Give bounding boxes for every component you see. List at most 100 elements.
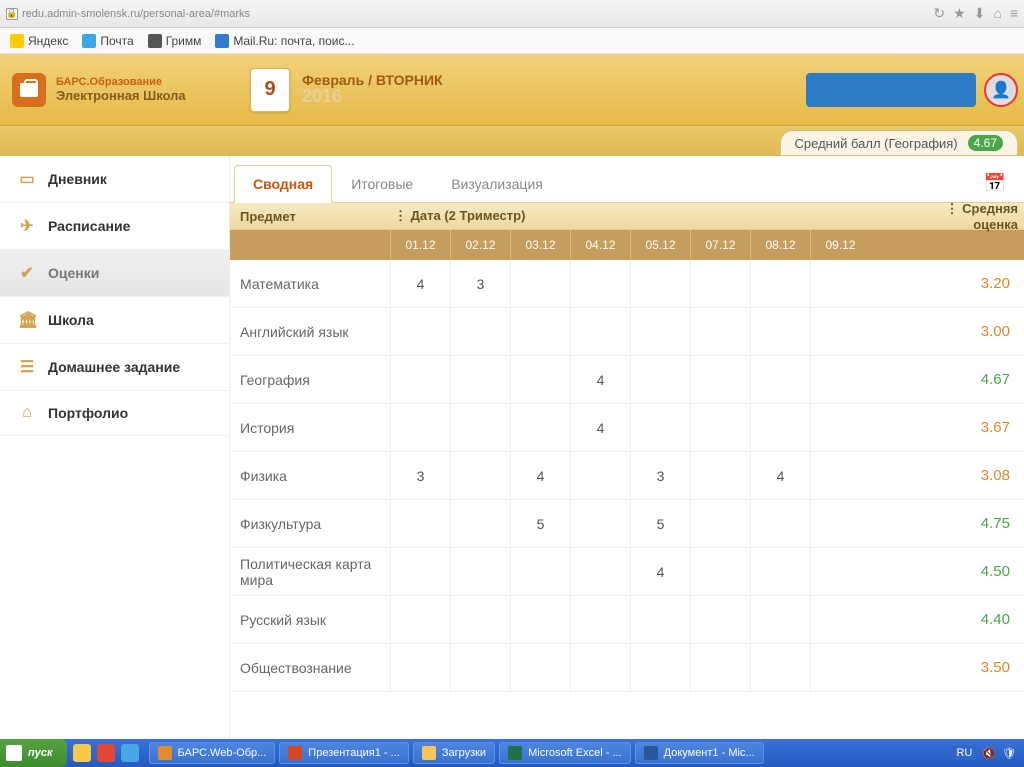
grade-cell[interactable] xyxy=(750,644,810,691)
grade-cell[interactable] xyxy=(690,308,750,355)
grade-cell[interactable] xyxy=(510,308,570,355)
grade-cell[interactable] xyxy=(390,596,450,643)
grade-cell[interactable] xyxy=(390,644,450,691)
grade-cell[interactable] xyxy=(390,356,450,403)
grade-cell[interactable] xyxy=(630,308,690,355)
star-icon[interactable]: ★ xyxy=(953,5,966,22)
sidebar-item-Портфолио[interactable]: ⌂Портфолио xyxy=(0,391,229,436)
date-block[interactable]: 9 Февраль / ВТОРНИК 2016 xyxy=(230,54,443,125)
bookmark-mail[interactable]: Почта xyxy=(82,34,133,48)
ql-icon-1[interactable] xyxy=(73,744,91,762)
start-button[interactable]: пуск xyxy=(0,739,67,767)
grade-cell[interactable] xyxy=(450,356,510,403)
grade-cell[interactable] xyxy=(750,260,810,307)
grade-cell[interactable] xyxy=(570,500,630,547)
grade-cell[interactable] xyxy=(750,404,810,451)
grade-cell[interactable] xyxy=(690,356,750,403)
grade-cell[interactable] xyxy=(810,356,870,403)
ql-icon-3[interactable] xyxy=(121,744,139,762)
tab-Сводная[interactable]: Сводная xyxy=(234,165,332,203)
grade-cell[interactable] xyxy=(570,644,630,691)
grade-cell[interactable] xyxy=(690,596,750,643)
bookmark-mailru[interactable]: Mail.Ru: почта, поис... xyxy=(215,34,354,48)
taskbar-task[interactable]: БАРС.Web-Обр... xyxy=(149,742,276,764)
grade-cell[interactable] xyxy=(390,404,450,451)
grade-cell[interactable] xyxy=(810,452,870,499)
grade-cell[interactable] xyxy=(510,404,570,451)
grade-cell[interactable] xyxy=(450,596,510,643)
grade-cell[interactable] xyxy=(570,308,630,355)
grade-cell[interactable]: 5 xyxy=(630,500,690,547)
tab-Итоговые[interactable]: Итоговые xyxy=(332,165,432,202)
grade-cell[interactable] xyxy=(690,644,750,691)
user-button[interactable] xyxy=(806,73,976,107)
grade-cell[interactable] xyxy=(630,596,690,643)
date-col[interactable]: 02.12 xyxy=(450,230,510,260)
date-col[interactable]: 01.12 xyxy=(390,230,450,260)
grade-cell[interactable] xyxy=(750,308,810,355)
grade-cell[interactable] xyxy=(810,500,870,547)
grade-cell[interactable]: 4 xyxy=(570,356,630,403)
grade-cell[interactable] xyxy=(630,260,690,307)
grade-cell[interactable]: 3 xyxy=(390,452,450,499)
grade-cell[interactable] xyxy=(690,548,750,595)
grade-cell[interactable] xyxy=(450,548,510,595)
grade-cell[interactable]: 3 xyxy=(450,260,510,307)
grade-cell[interactable] xyxy=(810,644,870,691)
grade-cell[interactable] xyxy=(750,356,810,403)
grade-cell[interactable] xyxy=(810,404,870,451)
grade-cell[interactable] xyxy=(750,548,810,595)
bookmark-yandex[interactable]: Яндекс xyxy=(10,34,68,48)
download-icon[interactable]: ⬇ xyxy=(974,5,986,22)
tray-icon[interactable]: 🔇 xyxy=(982,747,996,760)
bookmark-grimm[interactable]: Гримм xyxy=(148,34,202,48)
sidebar-item-Расписание[interactable]: ✈Расписание xyxy=(0,203,229,250)
grade-cell[interactable]: 4 xyxy=(390,260,450,307)
menu-icon[interactable]: ≡ xyxy=(1010,5,1018,22)
grade-cell[interactable] xyxy=(810,308,870,355)
taskbar-task[interactable]: Microsoft Excel - ... xyxy=(499,742,631,764)
grade-cell[interactable] xyxy=(570,596,630,643)
grade-cell[interactable] xyxy=(390,548,450,595)
home-icon[interactable]: ⌂ xyxy=(993,5,1001,22)
grade-cell[interactable] xyxy=(690,404,750,451)
tray-icon[interactable]: 🛡 xyxy=(1002,747,1016,760)
grade-cell[interactable] xyxy=(450,500,510,547)
grade-cell[interactable]: 3 xyxy=(630,452,690,499)
grade-cell[interactable] xyxy=(570,452,630,499)
grade-cell[interactable] xyxy=(390,308,450,355)
average-score-tab[interactable]: Средний балл (География) 4.67 xyxy=(780,130,1018,156)
taskbar-task[interactable]: Документ1 - Mic... xyxy=(635,742,764,764)
grade-cell[interactable] xyxy=(630,644,690,691)
date-col[interactable]: 04.12 xyxy=(570,230,630,260)
grade-cell[interactable] xyxy=(510,596,570,643)
grade-cell[interactable] xyxy=(510,548,570,595)
calendar-icon[interactable]: 📅 xyxy=(974,167,1016,200)
grade-cell[interactable] xyxy=(510,260,570,307)
grade-cell[interactable] xyxy=(750,500,810,547)
grade-cell[interactable] xyxy=(510,644,570,691)
grade-cell[interactable] xyxy=(630,404,690,451)
reload-icon[interactable]: ↻ xyxy=(933,5,945,22)
date-col[interactable]: 07.12 xyxy=(690,230,750,260)
grade-cell[interactable] xyxy=(450,308,510,355)
date-col[interactable]: 08.12 xyxy=(750,230,810,260)
grade-cell[interactable] xyxy=(690,452,750,499)
sidebar-item-Оценки[interactable]: ✔Оценки xyxy=(0,250,229,297)
avatar[interactable]: 👤 xyxy=(984,73,1018,107)
grade-cell[interactable] xyxy=(810,260,870,307)
grade-cell[interactable] xyxy=(570,260,630,307)
grade-cell[interactable]: 5 xyxy=(510,500,570,547)
sidebar-item-Дневник[interactable]: ▭Дневник xyxy=(0,156,229,203)
grade-cell[interactable] xyxy=(690,500,750,547)
sidebar-item-Домашнее задание[interactable]: ☰Домашнее задание xyxy=(0,344,229,391)
grade-cell[interactable] xyxy=(630,356,690,403)
grade-cell[interactable] xyxy=(390,500,450,547)
grade-cell[interactable] xyxy=(570,548,630,595)
grade-cell[interactable] xyxy=(450,404,510,451)
grade-cell[interactable] xyxy=(450,644,510,691)
grade-cell[interactable]: 4 xyxy=(750,452,810,499)
ql-icon-2[interactable] xyxy=(97,744,115,762)
date-col[interactable]: 05.12 xyxy=(630,230,690,260)
tab-Визуализация[interactable]: Визуализация xyxy=(432,165,562,202)
